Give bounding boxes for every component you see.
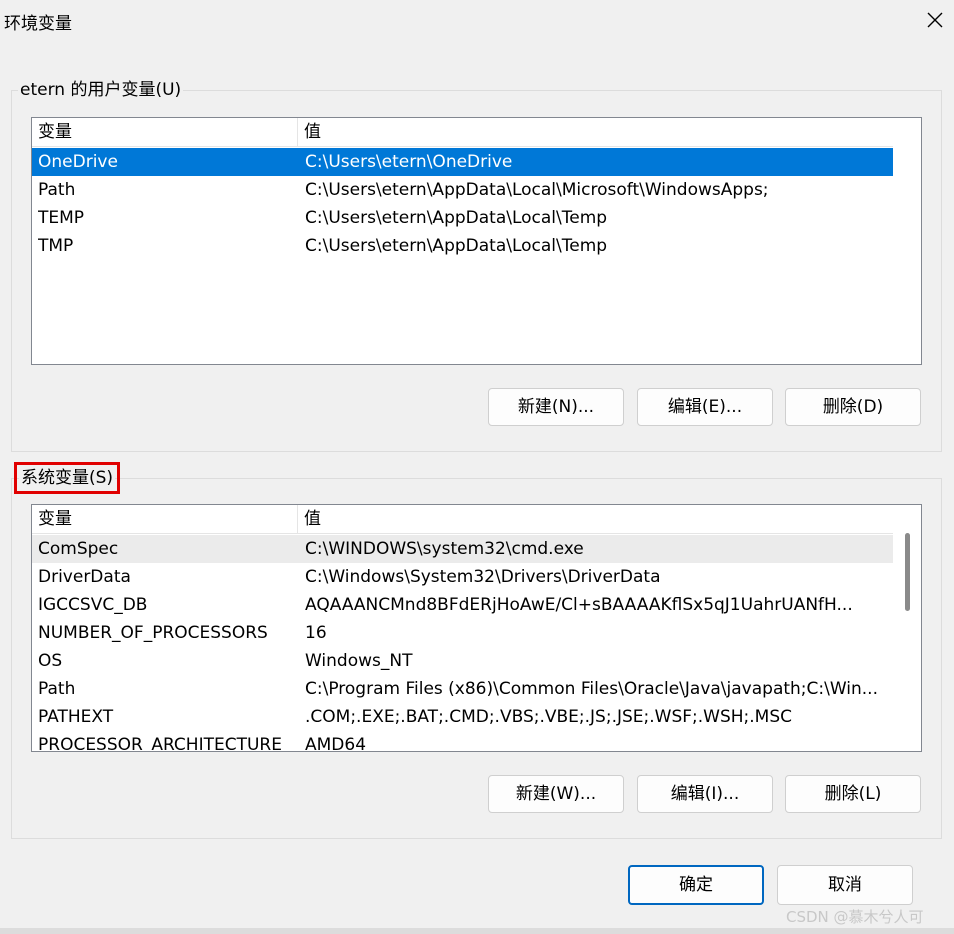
variable-name: OneDrive <box>38 152 118 172</box>
variable-name: ComSpec <box>38 539 119 559</box>
variable-value: AMD64 <box>305 735 367 752</box>
system-variables-list[interactable]: 变量 值 ComSpec C:\WINDOWS\system32\cmd.exe… <box>31 504 922 752</box>
user-edit-button[interactable]: 编辑(E)... <box>637 388 773 426</box>
table-row-onedrive[interactable]: OneDrive C:\Users\etern\OneDrive <box>32 148 893 176</box>
variable-name: TEMP <box>38 208 85 228</box>
column-header-variable[interactable]: 变量 <box>32 118 297 146</box>
variable-value: C:\Program Files (x86)\Common Files\Orac… <box>305 679 878 699</box>
list-header: 变量 值 <box>32 118 893 147</box>
variable-name: PROCESSOR_ARCHITECTURE <box>38 735 282 752</box>
column-header-value[interactable]: 值 <box>298 118 892 146</box>
variable-name: Path <box>38 180 76 200</box>
user-new-button[interactable]: 新建(N)... <box>488 388 624 426</box>
user-list-scrollbar-area <box>894 118 921 364</box>
variable-value: C:\Windows\System32\Drivers\DriverData <box>305 567 661 587</box>
scrollbar-thumb[interactable] <box>905 533 910 611</box>
title-bar: 环境变量 <box>0 0 954 40</box>
variable-value: C:\Users\etern\AppData\Local\Temp <box>305 208 608 228</box>
table-row-driverdata[interactable]: DriverData C:\Windows\System32\Drivers\D… <box>32 563 893 591</box>
ok-button[interactable]: 确定 <box>628 865 764 905</box>
cancel-button[interactable]: 取消 <box>777 865 913 905</box>
variable-value: 16 <box>305 623 327 643</box>
close-icon <box>927 12 943 28</box>
system-new-button[interactable]: 新建(W)... <box>488 775 624 813</box>
table-row-processor-architecture[interactable]: PROCESSOR_ARCHITECTURE AMD64 <box>32 731 893 752</box>
variable-value: C:\Users\etern\AppData\Local\Microsoft\W… <box>305 180 769 200</box>
table-row-pathext[interactable]: PATHEXT .COM;.EXE;.BAT;.CMD;.VBS;.VBE;.J… <box>32 703 893 731</box>
user-variable-rows: OneDrive C:\Users\etern\OneDrive Path C:… <box>32 148 893 260</box>
system-list-scrollbar[interactable] <box>894 505 921 751</box>
table-row-path[interactable]: Path C:\Program Files (x86)\Common Files… <box>32 675 893 703</box>
table-row-os[interactable]: OS Windows_NT <box>32 647 893 675</box>
variable-name: OS <box>38 651 63 671</box>
variable-name: NUMBER_OF_PROCESSORS <box>38 623 268 643</box>
table-row-comspec[interactable]: ComSpec C:\WINDOWS\system32\cmd.exe <box>32 535 893 563</box>
watermark: CSDN @慕木兮人可 <box>786 908 924 926</box>
variable-value: C:\WINDOWS\system32\cmd.exe <box>305 539 584 559</box>
window-title: 环境变量 <box>4 14 72 34</box>
table-row-number-of-processors[interactable]: NUMBER_OF_PROCESSORS 16 <box>32 619 893 647</box>
list-header: 变量 值 <box>32 505 893 534</box>
variable-name: DriverData <box>38 567 131 587</box>
variable-value: C:\Users\etern\AppData\Local\Temp <box>305 236 608 256</box>
user-variables-list[interactable]: 变量 值 OneDrive C:\Users\etern\OneDrive Pa… <box>31 117 922 365</box>
variable-name: PATHEXT <box>38 707 114 727</box>
variable-name: Path <box>38 679 76 699</box>
column-header-value[interactable]: 值 <box>298 505 892 533</box>
variable-name: IGCCSVC_DB <box>38 595 148 615</box>
variable-value: C:\Users\etern\OneDrive <box>305 152 513 172</box>
column-header-variable[interactable]: 变量 <box>32 505 297 533</box>
table-row-igccsvc-db[interactable]: IGCCSVC_DB AQAAANCMnd8BFdERjHoAwE/Cl+sBA… <box>32 591 893 619</box>
system-delete-button[interactable]: 删除(L) <box>785 775 921 813</box>
table-row-tmp[interactable]: TMP C:\Users\etern\AppData\Local\Temp <box>32 232 893 260</box>
user-delete-button[interactable]: 删除(D) <box>785 388 921 426</box>
close-button[interactable] <box>915 0 954 40</box>
variable-value: Windows_NT <box>305 651 413 671</box>
user-variables-label: etern 的用户变量(U) <box>18 79 184 101</box>
bottom-edge <box>0 928 954 934</box>
table-row-temp[interactable]: TEMP C:\Users\etern\AppData\Local\Temp <box>32 204 893 232</box>
variable-value: AQAAANCMnd8BFdERjHoAwE/Cl+sBAAAAKflSx5qJ… <box>305 595 853 615</box>
system-variable-rows: ComSpec C:\WINDOWS\system32\cmd.exe Driv… <box>32 535 893 752</box>
system-variables-label: 系统变量(S) <box>13 462 121 494</box>
system-edit-button[interactable]: 编辑(I)... <box>637 775 773 813</box>
variable-name: TMP <box>38 236 74 256</box>
table-row-path[interactable]: Path C:\Users\etern\AppData\Local\Micros… <box>32 176 893 204</box>
variable-value: .COM;.EXE;.BAT;.CMD;.VBS;.VBE;.JS;.JSE;.… <box>305 707 793 727</box>
